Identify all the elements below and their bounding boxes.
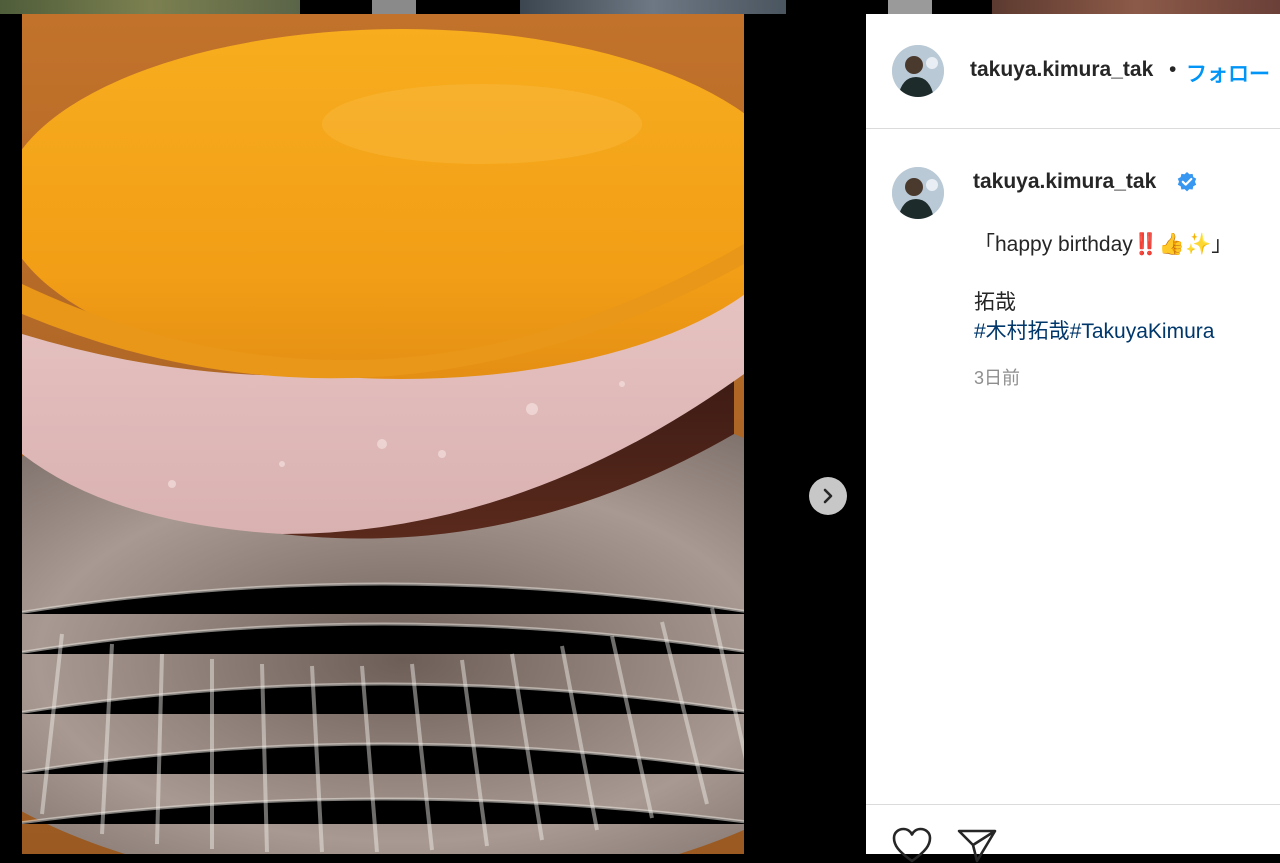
avatar[interactable] bbox=[892, 45, 944, 97]
heart-icon[interactable] bbox=[892, 827, 932, 863]
thumbnail[interactable] bbox=[992, 0, 1280, 14]
profile-picture-icon bbox=[892, 167, 944, 219]
paper-plane-icon[interactable] bbox=[957, 827, 997, 863]
hashtag-link[interactable]: #木村拓哉 bbox=[974, 320, 1070, 343]
post-photo bbox=[22, 14, 744, 854]
action-bar bbox=[866, 804, 1280, 863]
post-timestamp[interactable]: 3日前 bbox=[974, 364, 1020, 390]
caption-avatar[interactable] bbox=[892, 167, 944, 219]
caption-username[interactable]: takuya.kimura_tak bbox=[973, 170, 1156, 194]
thumbnail[interactable] bbox=[0, 0, 300, 14]
verified-badge-icon bbox=[1177, 172, 1197, 192]
caption-text-line: 拓哉 bbox=[974, 291, 1016, 314]
thumbnail-strip bbox=[0, 0, 1280, 14]
post-header: takuya.kimura_tak • フォロー bbox=[866, 14, 1280, 129]
thumbnail[interactable] bbox=[372, 0, 416, 14]
caption-hashtags: #木村拓哉#TakuyaKimura bbox=[974, 315, 1214, 345]
next-photo-button[interactable] bbox=[809, 477, 847, 515]
caption-text-line: 「happy birthday‼️👍✨」 bbox=[974, 233, 1233, 256]
separator-dot: • bbox=[1169, 58, 1177, 81]
cake-photo-illustration bbox=[22, 14, 744, 854]
profile-picture-icon bbox=[892, 45, 944, 97]
chevron-right-icon bbox=[823, 488, 833, 504]
hashtag-link[interactable]: #TakuyaKimura bbox=[1070, 320, 1215, 343]
post-details-panel: takuya.kimura_tak • フォロー takuya.kimura_t… bbox=[866, 14, 1280, 863]
header-username[interactable]: takuya.kimura_tak bbox=[970, 58, 1162, 82]
thumbnail[interactable] bbox=[888, 0, 932, 14]
thumbnail[interactable] bbox=[520, 0, 786, 14]
follow-button[interactable]: フォロー bbox=[1186, 58, 1270, 88]
